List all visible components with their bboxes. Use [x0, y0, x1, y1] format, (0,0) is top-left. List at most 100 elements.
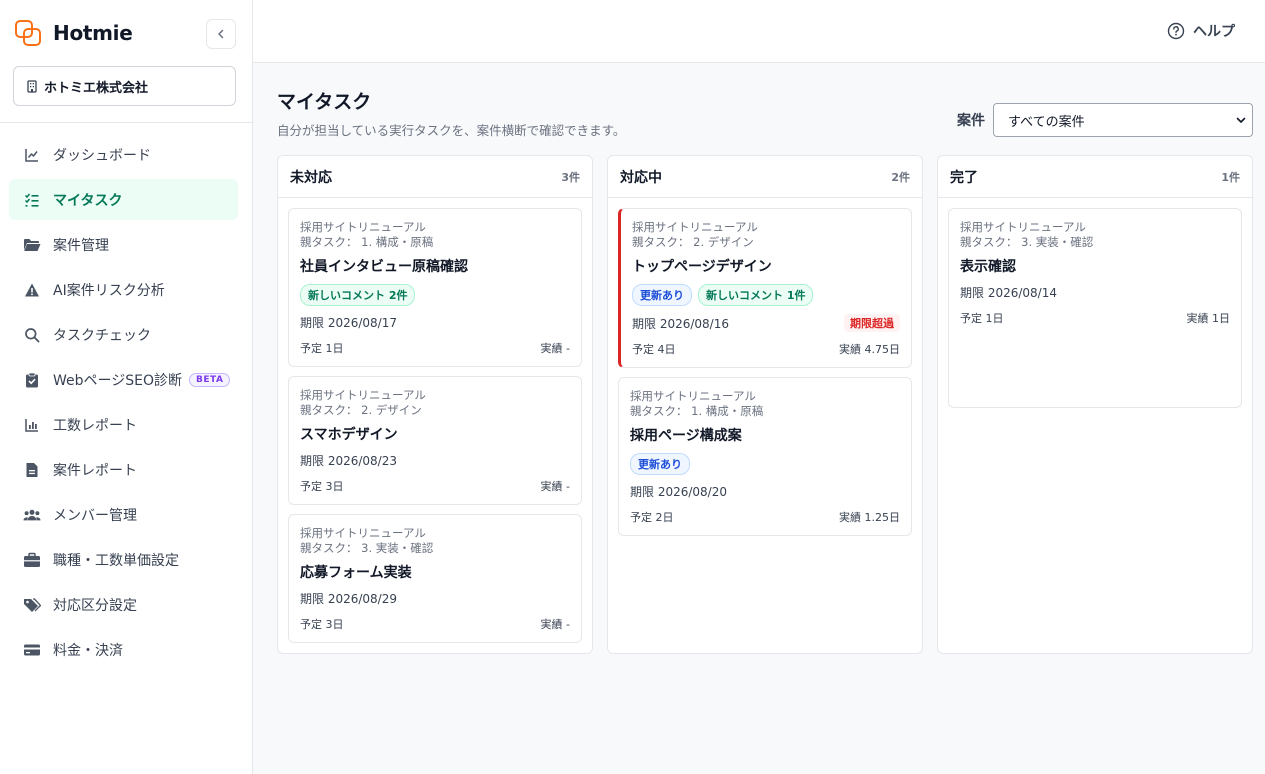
company-name: ホトミエ株式会社 — [44, 80, 149, 96]
credit-card-icon — [23, 641, 41, 659]
kanban-column: 未対応 3件 採用サイトリニューアル 親タスク： 1. 構成・原稿 社員インタビュー原稿… — [277, 155, 593, 654]
card-parent-task: 親タスク： 2. デザイン — [300, 403, 422, 417]
hotmie-logo-icon — [14, 19, 42, 47]
card-due: 期限 2026/08/17 — [300, 316, 397, 330]
sidebar-item-label: 案件管理 — [53, 237, 109, 254]
card-effort-row: 予定 2日 実績 1.25日 — [630, 509, 900, 525]
task-card[interactable]: 採用サイトリニューアル 親タスク： 2. デザイン スマホデザイン 期限 2026/0… — [288, 376, 582, 505]
task-card[interactable]: 採用サイトリニューアル 親タスク： 1. 構成・原稿 社員インタビュー原稿確認 新しい… — [288, 208, 582, 367]
card-actual: 実績 - — [540, 342, 570, 355]
task-card[interactable]: 採用サイトリニューアル 親タスク： 2. デザイン トップページデザイン 更新あり 新し… — [618, 208, 912, 368]
sidebar-item-document[interactable]: 案件レポート — [9, 449, 238, 490]
help-label: ヘルプ — [1193, 24, 1235, 40]
page-subtitle: 自分が担当している実行タスクを、案件横断で確認できます。 — [277, 123, 626, 138]
card-effort-row: 予定 3日 実績 - — [300, 478, 570, 494]
card-actual: 実績 1日 — [1186, 312, 1231, 325]
sidebar-item-label: 対応区分設定 — [53, 597, 137, 614]
kanban-column: 対応中 2件採用サイトリニューアル 親タスク： 2. デザイン トップページデザイン更… — [607, 155, 923, 654]
card-parent-task: 親タスク： 2. デザイン — [632, 235, 754, 249]
card-list: 採用サイトリニューアル 親タスク： 1. 構成・原稿 社員インタビュー原稿確認 新しい… — [278, 198, 592, 643]
page-title: マイタスク — [277, 91, 372, 113]
sidebar-item-clipboard-check[interactable]: WebページSEO診断 BETA — [9, 359, 238, 400]
project-select-value: すべての案件 — [1008, 114, 1085, 130]
updated-badge: 更新あり — [630, 453, 690, 475]
card-badges: 更新あり — [630, 453, 900, 475]
sidebar-item-label: AI案件リスク分析 — [53, 282, 165, 299]
sidebar-item-warning[interactable]: AI案件リスク分析 — [9, 269, 238, 310]
overdue-badge: 期限超過 — [844, 314, 900, 332]
column-title: 対応中 — [620, 169, 662, 186]
card-project: 採用サイトリニューアル — [630, 389, 756, 403]
card-project: 採用サイトリニューアル — [300, 526, 426, 540]
sidebar-item-tags[interactable]: 対応区分設定 — [9, 584, 238, 625]
card-badges: 新しいコメント 2件 — [300, 284, 570, 306]
sidebar-item-bar-chart[interactable]: 工数レポート — [9, 404, 238, 445]
sidebar-item-folder[interactable]: 案件管理 — [9, 224, 238, 265]
task-card[interactable]: 採用サイトリニューアル 親タスク： 3. 実装・確認 表示確認 期限 2026/08/… — [948, 208, 1242, 408]
column-header: 完了 1件 — [938, 156, 1252, 198]
card-effort-row: 予定 4日 実績 4.75日 — [632, 341, 900, 357]
card-effort-row: 予定 3日 実績 - — [300, 616, 570, 632]
card-title: スマホデザイン — [300, 427, 398, 443]
content: マイタスク 自分が担当している実行タスクを、案件横断で確認できます。 案件 すべ… — [253, 63, 1265, 654]
project-select[interactable]: すべての案件 — [993, 103, 1253, 137]
sidebar-item-chart-line[interactable]: ダッシュボード — [9, 134, 238, 175]
help-link[interactable]: ヘルプ — [1167, 21, 1235, 41]
project-filter-label: 案件 — [957, 113, 985, 129]
sidebar-item-credit-card[interactable]: 料金・決済 — [9, 629, 238, 670]
collapse-sidebar-button[interactable] — [206, 19, 236, 49]
card-plan: 予定 1日 — [300, 342, 344, 355]
card-plan: 予定 1日 — [960, 312, 1004, 325]
sidebar-item-search[interactable]: タスクチェック — [9, 314, 238, 355]
sidebar: Hotmie ホトミエ株式会社 ダッシュボード マイタスク 案件管理 AI案件リスク分… — [0, 0, 253, 774]
sidebar-item-briefcase[interactable]: 職種・工数単価設定 — [9, 539, 238, 580]
card-list: 採用サイトリニューアル 親タスク： 3. 実装・確認 表示確認 期限 2026/08/… — [938, 198, 1252, 408]
briefcase-icon — [23, 551, 41, 569]
sidebar-item-label: 工数レポート — [53, 417, 137, 434]
sidebar-item-task-list[interactable]: マイタスク — [9, 179, 238, 220]
kanban-board: 未対応 3件 採用サイトリニューアル 親タスク： 1. 構成・原稿 社員インタビュー原稿… — [277, 155, 1253, 654]
new-comment-badge: 新しいコメント 2件 — [300, 284, 416, 306]
sidebar-item-label: マイタスク — [53, 192, 123, 209]
sidebar-item-label: 案件レポート — [53, 462, 137, 479]
column-header: 対応中 2件 — [608, 156, 922, 198]
card-due-row: 期限 2026/08/20 — [630, 483, 900, 500]
card-due: 期限 2026/08/14 — [960, 286, 1057, 300]
card-project: 採用サイトリニューアル — [960, 220, 1086, 234]
sidebar-item-label: メンバー管理 — [53, 507, 137, 524]
company-selector[interactable]: ホトミエ株式会社 — [13, 66, 236, 106]
sidebar-item-label: 職種・工数単価設定 — [53, 552, 179, 569]
task-card[interactable]: 採用サイトリニューアル 親タスク： 1. 構成・原稿 採用ページ構成案 更新あり 期限 … — [618, 377, 912, 536]
card-due: 期限 2026/08/16 — [632, 316, 729, 331]
page-header: マイタスク 自分が担当している実行タスクを、案件横断で確認できます。 案件 すべ… — [277, 87, 1253, 155]
sidebar-item-users[interactable]: メンバー管理 — [9, 494, 238, 535]
card-badges: 更新あり 新しいコメント 1件 — [632, 284, 900, 306]
task-card[interactable]: 採用サイトリニューアル 親タスク： 3. 実装・確認 応募フォーム実装 期限 2026… — [288, 514, 582, 643]
card-actual: 実績 - — [540, 480, 570, 493]
main-area: ヘルプ マイタスク 自分が担当している実行タスクを、案件横断で確認できます。 案… — [253, 0, 1265, 774]
users-icon — [23, 506, 41, 524]
sidebar-item-label: WebページSEO診断 — [53, 372, 182, 389]
card-effort-row: 予定 1日 実績 1日 — [960, 310, 1230, 326]
sidebar-item-label: タスクチェック — [53, 327, 151, 344]
search-icon — [23, 326, 41, 344]
chevron-left-icon — [218, 29, 224, 39]
updated-badge: 更新あり — [632, 284, 692, 306]
card-due: 期限 2026/08/29 — [300, 592, 397, 606]
sidebar-item-label: ダッシュボード — [53, 147, 151, 164]
card-due: 期限 2026/08/23 — [300, 454, 397, 468]
help-circle-icon — [1167, 22, 1185, 40]
kanban-column: 完了 1件採用サイトリニューアル 親タスク： 3. 実装・確認 表示確認 期限 2026… — [937, 155, 1253, 654]
card-due-row: 期限 2026/08/17 — [300, 314, 570, 331]
task-list-icon — [23, 191, 41, 209]
bar-chart-icon — [23, 416, 41, 434]
card-title: 社員インタビュー原稿確認 — [300, 259, 468, 275]
card-parent-task: 親タスク： 3. 実装・確認 — [300, 541, 434, 555]
card-actual: 実績 4.75日 — [839, 343, 900, 356]
card-due-row: 期限 2026/08/14 — [960, 284, 1230, 301]
sidebar-item-label: 料金・決済 — [53, 642, 123, 659]
card-title: 表示確認 — [960, 259, 1016, 275]
card-project: 採用サイトリニューアル — [300, 220, 426, 234]
card-due-row: 期限 2026/08/29 — [300, 590, 570, 607]
column-count: 1件 — [1221, 170, 1240, 184]
